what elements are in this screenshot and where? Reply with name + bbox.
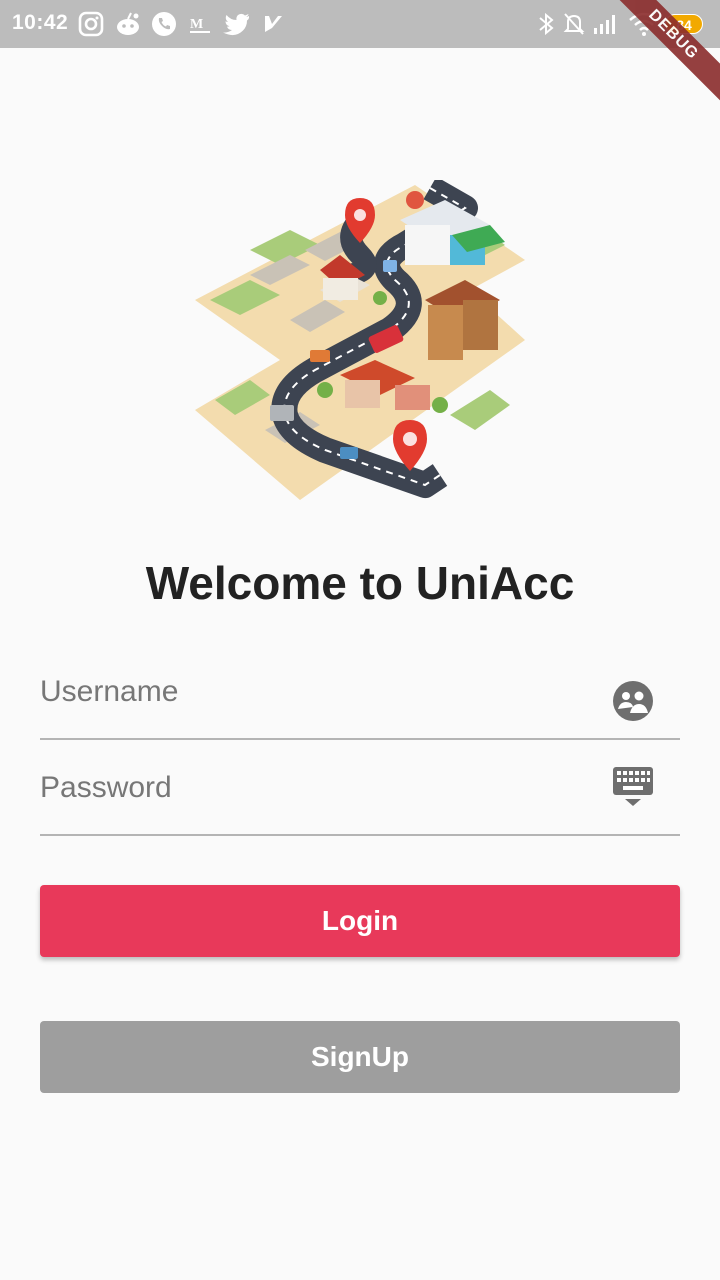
status-bar: 10:42 M 84 bbox=[0, 0, 720, 48]
password-input[interactable] bbox=[40, 768, 600, 808]
password-field[interactable] bbox=[40, 754, 680, 836]
username-input[interactable] bbox=[40, 672, 600, 712]
keyboard-icon bbox=[613, 767, 653, 806]
svg-text:M: M bbox=[190, 17, 203, 32]
reddit-icon bbox=[117, 12, 139, 35]
account-group-icon bbox=[613, 681, 653, 721]
notifications-off-icon bbox=[563, 13, 585, 35]
instagram-icon bbox=[78, 11, 104, 37]
page-title: Welcome to UniAcc bbox=[145, 557, 575, 609]
signal-icon bbox=[594, 15, 615, 34]
gmail-icon: M bbox=[190, 17, 210, 33]
username-field[interactable] bbox=[40, 658, 680, 740]
city-map-illustration bbox=[195, 180, 525, 500]
login-button[interactable]: Login bbox=[40, 885, 680, 957]
whatsapp-icon bbox=[152, 12, 176, 36]
app-icon bbox=[265, 16, 282, 32]
twitter-icon bbox=[223, 13, 249, 36]
bluetooth-icon bbox=[539, 12, 554, 36]
signup-button[interactable]: SignUp bbox=[40, 1021, 680, 1093]
status-time: 10:42 bbox=[12, 11, 69, 34]
